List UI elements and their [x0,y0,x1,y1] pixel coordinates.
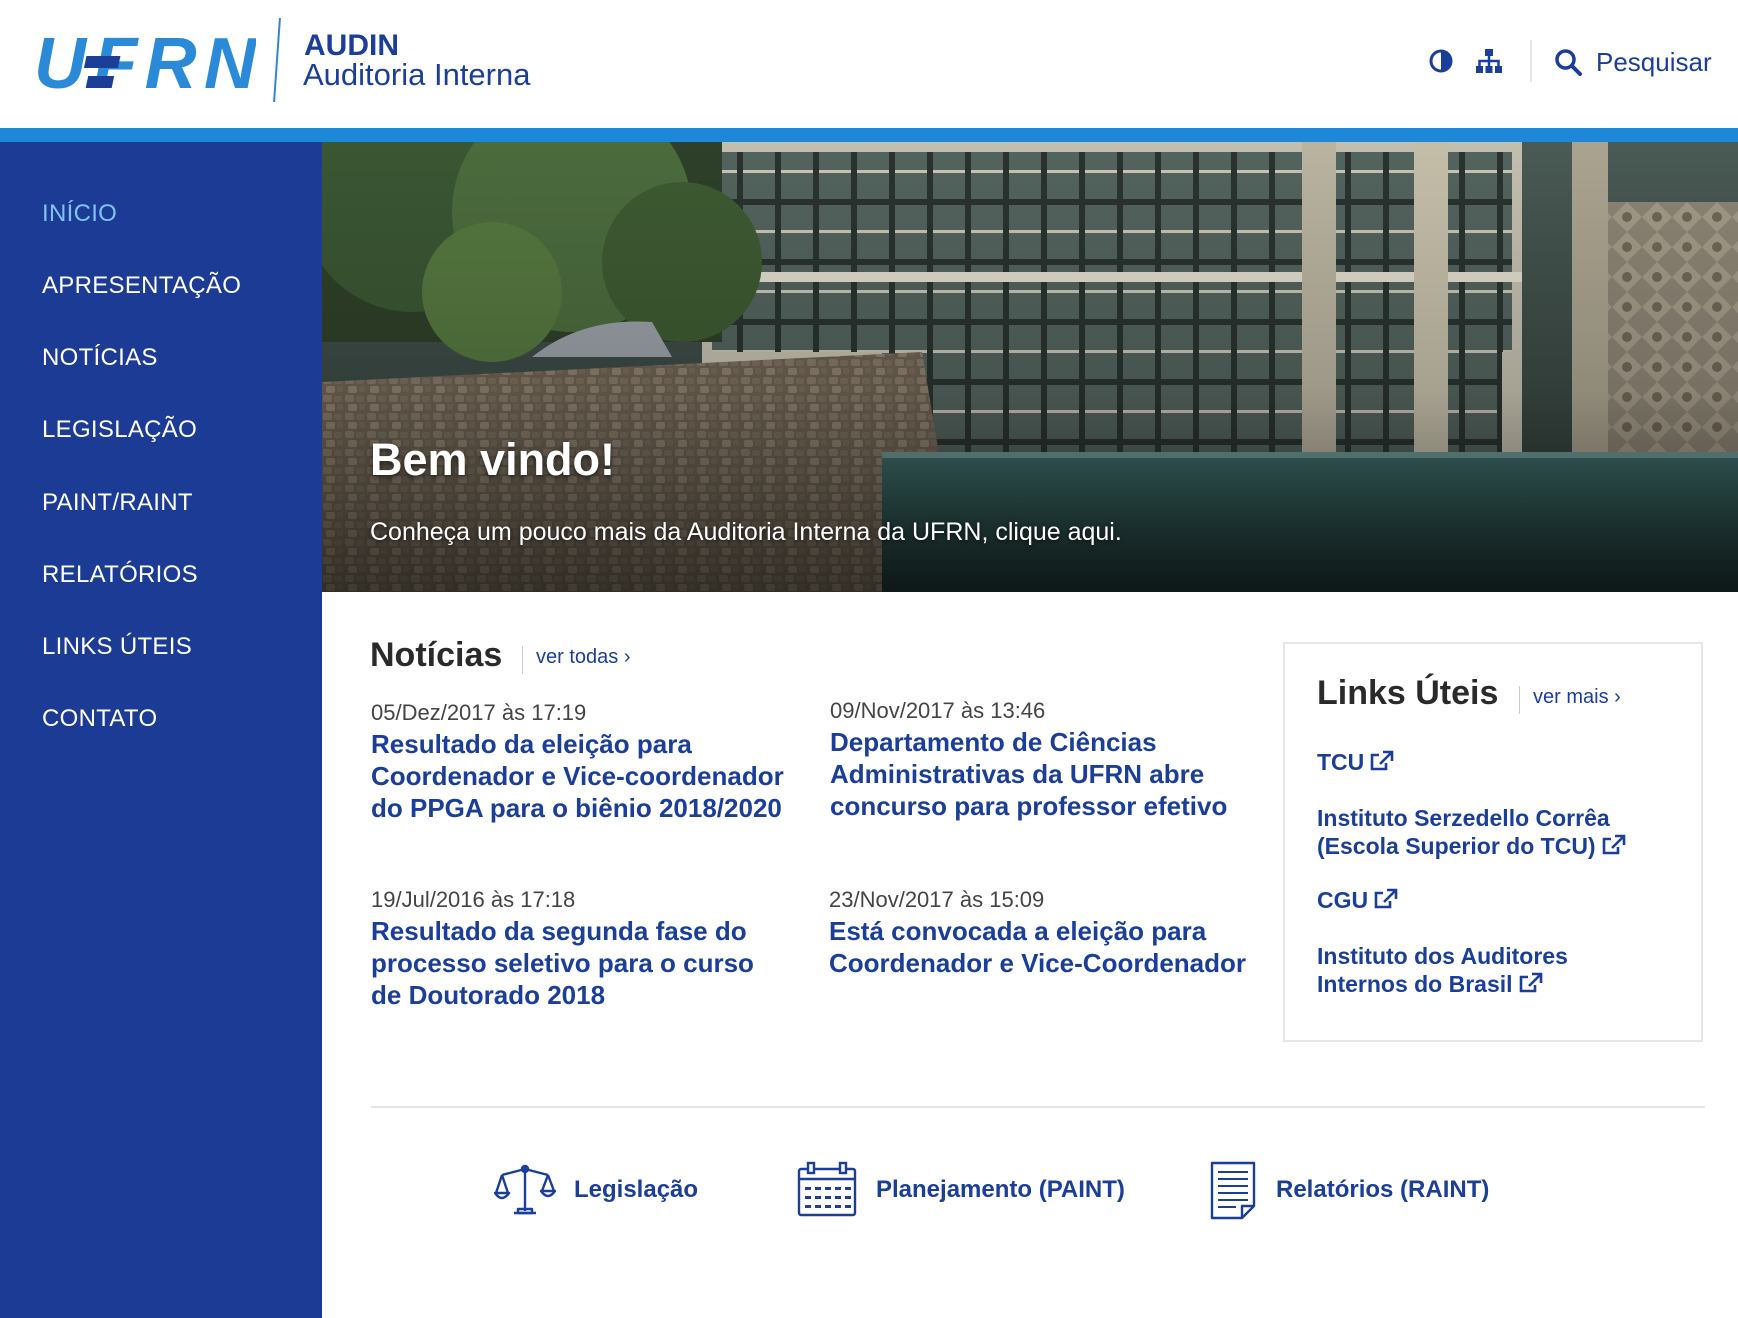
external-link-icon [1602,834,1625,855]
hero-banner[interactable]: Bem vindo! Conheça um pouco mais da Audi… [322,142,1738,592]
header-separator [1530,40,1532,82]
useful-links-box: Links Úteis ver mais › TCU Instituto Ser… [1283,642,1703,1042]
header-accent-bar [0,128,1738,142]
link-instituto-serzedello[interactable]: Instituto Serzedello Corrêa (Escola Supe… [1317,804,1677,860]
shortcut-legislacao[interactable]: Legislação [494,1160,698,1220]
news-title-link[interactable]: Resultado da eleição para Coordenador e … [371,728,791,824]
shortcut-relatorios[interactable]: Relatórios (RAINT) [1208,1160,1489,1220]
sidebar-item-legislacao[interactable]: LEGISLAÇÃO [42,416,197,444]
site-header: UFRN AUDIN Auditoria Interna Pesquisar [0,0,1738,128]
links-see-more-link[interactable]: ver mais › [1533,686,1621,709]
search-icon [1555,49,1582,76]
link-label: TCU [1317,749,1365,775]
search-button[interactable]: Pesquisar [1554,44,1712,80]
news-title-link[interactable]: Resultado da segunda fase do processo se… [371,915,791,1011]
news-item: 19/Jul/2016 às 17:18 Resultado da segund… [371,887,791,1011]
link-label: Instituto Serzedello Corrêa (Escola Supe… [1317,805,1610,859]
sitemap-icon[interactable] [1472,44,1506,78]
hero-title: Bem vindo! [370,434,616,485]
news-title-separator [522,646,523,674]
shortcut-label: Legislação [574,1176,699,1203]
svg-text:UFRN: UFRN [34,30,256,96]
logo-divider [273,18,281,102]
scales-icon [494,1164,556,1215]
site-name[interactable]: Auditoria Interna [303,58,530,92]
calendar-icon [797,1161,857,1217]
news-date: 23/Nov/2017 às 15:09 [829,887,1045,912]
external-link-icon [1374,888,1398,909]
sidebar-item-inicio[interactable]: INÍCIO [42,200,117,228]
news-item: 09/Nov/2017 às 13:46 Departamento de Ciê… [830,698,1250,822]
contrast-icon[interactable] [1424,44,1458,78]
external-link-icon [1370,750,1394,771]
link-cgu[interactable]: CGU [1317,886,1677,914]
shortcut-planejamento[interactable]: Planejamento (PAINT) [796,1160,1125,1220]
link-tcu[interactable]: TCU [1317,748,1677,776]
news-date: 05/Dez/2017 às 17:19 [371,700,587,725]
news-section-title: Notícias [370,636,503,674]
external-link-icon [1519,972,1542,993]
ufrn-logo[interactable]: UFRN [34,30,256,96]
news-date: 09/Nov/2017 às 13:46 [830,698,1046,723]
links-title-separator [1519,686,1520,714]
sidebar-item-links-uteis[interactable]: LINKS ÚTEIS [42,633,192,661]
news-title-link[interactable]: Departamento de Ciências Administrativas… [830,726,1250,822]
sidebar-item-contato[interactable]: CONTATO [42,705,157,733]
link-label: CGU [1317,887,1369,913]
links-section-title: Links Úteis [1317,674,1499,712]
search-label: Pesquisar [1596,46,1712,77]
document-icon [1210,1161,1256,1220]
sidebar-item-paint-raint[interactable]: PAINT/RAINT [42,489,193,517]
hero-subtitle-link[interactable]: Conheça um pouco mais da Auditoria Inter… [370,518,1122,547]
shortcut-label: Relatórios (RAINT) [1276,1176,1490,1203]
content-divider [371,1106,1705,1108]
shortcut-label: Planejamento (PAINT) [876,1176,1125,1203]
sidebar-item-relatorios[interactable]: RELATÓRIOS [42,561,198,589]
sidebar-item-noticias[interactable]: NOTÍCIAS [42,344,158,372]
news-title-link[interactable]: Está convocada a eleição para Coordenado… [829,915,1249,979]
news-date: 19/Jul/2016 às 17:18 [371,887,576,912]
news-item: 05/Dez/2017 às 17:19 Resultado da eleiçã… [371,700,791,824]
link-iia-brasil[interactable]: Instituto dos Auditores Internos do Bras… [1317,942,1607,998]
sidebar-item-apresentacao[interactable]: APRESENTAÇÃO [42,272,241,300]
sidebar-nav: INÍCIO APRESENTAÇÃO NOTÍCIAS LEGISLAÇÃO … [0,142,322,1318]
news-item: 23/Nov/2017 às 15:09 Está convocada a el… [829,887,1249,979]
news-see-all-link[interactable]: ver todas › [536,646,630,669]
